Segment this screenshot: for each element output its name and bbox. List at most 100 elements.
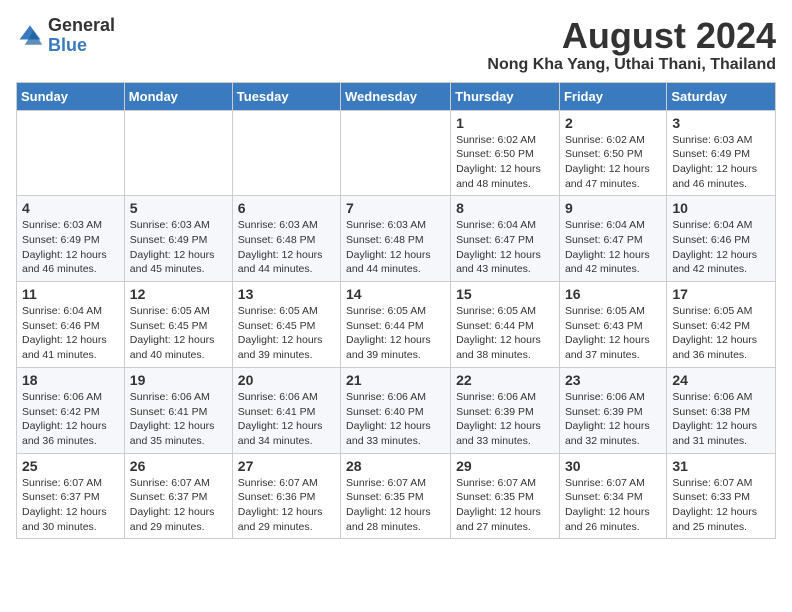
calendar-cell: 21 Sunrise: 6:06 AMSunset: 6:40 PMDayligh… [341, 367, 451, 453]
calendar-cell: 3Sunrise: 6:03 AMSunset: 6:49 PMDaylight… [667, 110, 776, 196]
cell-info: Sunrise: 6:03 AMSunset: 6:49 PMDaylight:… [22, 218, 119, 277]
header-monday: Monday [124, 82, 232, 110]
calendar-table: SundayMondayTuesdayWednesdayThursdayFrid… [16, 82, 776, 540]
header-thursday: Thursday [451, 82, 560, 110]
cell-date: 16 [565, 286, 661, 302]
cell-info: Sunrise: 6:03 AMSunset: 6:48 PMDaylight:… [238, 218, 335, 277]
cell-info: Sunrise: 6:07 AMSunset: 6:37 PMDaylight:… [130, 476, 227, 535]
cell-info: Sunrise: 6:02 AMSunset: 6:50 PMDaylight:… [456, 133, 554, 192]
header-friday: Friday [559, 82, 666, 110]
cell-date: 29 [456, 458, 554, 474]
calendar-cell: 29Sunrise: 6:07 AMSunset: 6:35 PMDayligh… [451, 453, 560, 539]
calendar-header-row: SundayMondayTuesdayWednesdayThursdayFrid… [17, 82, 776, 110]
cell-date: 24 [672, 372, 770, 388]
logo-icon [16, 22, 44, 50]
cell-info: Sunrise: 6:03 AMSunset: 6:48 PMDaylight:… [346, 218, 445, 277]
cell-date: 23 [565, 372, 661, 388]
calendar-cell: 25Sunrise: 6:07 AMSunset: 6:37 PMDayligh… [17, 453, 125, 539]
header-sunday: Sunday [17, 82, 125, 110]
cell-date: 1 [456, 115, 554, 131]
cell-date: 11 [22, 286, 119, 302]
cell-info: Sunrise: 6:04 AMSunset: 6:46 PMDaylight:… [22, 304, 119, 363]
cell-date: 19 [130, 372, 227, 388]
calendar-cell: 28 Sunrise: 6:07 AMSunset: 6:35 PMDayligh… [341, 453, 451, 539]
calendar-cell: 9Sunrise: 6:04 AMSunset: 6:47 PMDaylight… [559, 196, 666, 282]
cell-info: Sunrise: 6:05 AMSunset: 6:42 PMDaylight:… [672, 304, 770, 363]
header-wednesday: Wednesday [341, 82, 451, 110]
calendar-cell: 7 Sunrise: 6:03 AMSunset: 6:48 PMDaylight… [341, 196, 451, 282]
cell-date: 5 [130, 200, 227, 216]
calendar-cell: 23 Sunrise: 6:06 AMSunset: 6:39 PMDayligh… [559, 367, 666, 453]
cell-info: Sunrise: 6:05 AMSunset: 6:45 PMDaylight:… [238, 304, 335, 363]
calendar-cell: 5Sunrise: 6:03 AMSunset: 6:49 PMDaylight… [124, 196, 232, 282]
cell-info: Sunrise: 6:06 AMSunset: 6:42 PMDaylight:… [22, 390, 119, 449]
logo-blue: Blue [48, 36, 115, 56]
calendar-cell: 16 Sunrise: 6:05 AMSunset: 6:43 PMDayligh… [559, 282, 666, 368]
calendar-cell: 10 Sunrise: 6:04 AMSunset: 6:46 PMDayligh… [667, 196, 776, 282]
calendar-cell: 19Sunrise: 6:06 AMSunset: 6:41 PMDayligh… [124, 367, 232, 453]
cell-date: 6 [238, 200, 335, 216]
logo-general: General [48, 16, 115, 36]
cell-info: Sunrise: 6:04 AMSunset: 6:46 PMDaylight:… [672, 218, 770, 277]
calendar-cell [232, 110, 340, 196]
cell-info: Sunrise: 6:02 AMSunset: 6:50 PMDaylight:… [565, 133, 661, 192]
header-saturday: Saturday [667, 82, 776, 110]
logo: General Blue [16, 16, 115, 56]
cell-info: Sunrise: 6:06 AMSunset: 6:40 PMDaylight:… [346, 390, 445, 449]
calendar-cell: 17 Sunrise: 6:05 AMSunset: 6:42 PMDayligh… [667, 282, 776, 368]
cell-date: 26 [130, 458, 227, 474]
calendar-cell: 30Sunrise: 6:07 AMSunset: 6:34 PMDayligh… [559, 453, 666, 539]
cell-info: Sunrise: 6:06 AMSunset: 6:38 PMDaylight:… [672, 390, 770, 449]
cell-date: 18 [22, 372, 119, 388]
cell-info: Sunrise: 6:07 AMSunset: 6:37 PMDaylight:… [22, 476, 119, 535]
cell-info: Sunrise: 6:05 AMSunset: 6:43 PMDaylight:… [565, 304, 661, 363]
calendar-week-1: 1 Sunrise: 6:02 AMSunset: 6:50 PMDaylight… [17, 110, 776, 196]
cell-info: Sunrise: 6:04 AMSunset: 6:47 PMDaylight:… [565, 218, 661, 277]
cell-info: Sunrise: 6:06 AMSunset: 6:41 PMDaylight:… [238, 390, 335, 449]
cell-info: Sunrise: 6:06 AMSunset: 6:39 PMDaylight:… [456, 390, 554, 449]
cell-date: 21 [346, 372, 445, 388]
header-tuesday: Tuesday [232, 82, 340, 110]
cell-info: Sunrise: 6:05 AMSunset: 6:44 PMDaylight:… [456, 304, 554, 363]
cell-date: 17 [672, 286, 770, 302]
cell-info: Sunrise: 6:07 AMSunset: 6:35 PMDaylight:… [346, 476, 445, 535]
calendar-week-5: 25Sunrise: 6:07 AMSunset: 6:37 PMDayligh… [17, 453, 776, 539]
cell-date: 8 [456, 200, 554, 216]
logo-text: General Blue [48, 16, 115, 56]
calendar-week-2: 4 Sunrise: 6:03 AMSunset: 6:49 PMDaylight… [17, 196, 776, 282]
cell-date: 10 [672, 200, 770, 216]
calendar-week-3: 11 Sunrise: 6:04 AMSunset: 6:46 PMDayligh… [17, 282, 776, 368]
calendar-cell: 18 Sunrise: 6:06 AMSunset: 6:42 PMDayligh… [17, 367, 125, 453]
calendar-cell: 22 Sunrise: 6:06 AMSunset: 6:39 PMDayligh… [451, 367, 560, 453]
cell-info: Sunrise: 6:05 AMSunset: 6:44 PMDaylight:… [346, 304, 445, 363]
cell-date: 12 [130, 286, 227, 302]
cell-date: 31 [672, 458, 770, 474]
calendar-cell [341, 110, 451, 196]
subtitle: Nong Kha Yang, Uthai Thani, Thailand [487, 56, 776, 74]
cell-info: Sunrise: 6:07 AMSunset: 6:36 PMDaylight:… [238, 476, 335, 535]
calendar-cell: 20 Sunrise: 6:06 AMSunset: 6:41 PMDayligh… [232, 367, 340, 453]
cell-date: 22 [456, 372, 554, 388]
calendar-cell: 15Sunrise: 6:05 AMSunset: 6:44 PMDayligh… [451, 282, 560, 368]
header: General Blue August 2024 Nong Kha Yang, … [16, 16, 776, 74]
calendar-cell: 12 Sunrise: 6:05 AMSunset: 6:45 PMDayligh… [124, 282, 232, 368]
calendar-cell: 8 Sunrise: 6:04 AMSunset: 6:47 PMDaylight… [451, 196, 560, 282]
cell-info: Sunrise: 6:06 AMSunset: 6:39 PMDaylight:… [565, 390, 661, 449]
cell-info: Sunrise: 6:05 AMSunset: 6:45 PMDaylight:… [130, 304, 227, 363]
cell-info: Sunrise: 6:04 AMSunset: 6:47 PMDaylight:… [456, 218, 554, 277]
cell-date: 13 [238, 286, 335, 302]
calendar-cell: 4 Sunrise: 6:03 AMSunset: 6:49 PMDaylight… [17, 196, 125, 282]
cell-date: 14 [346, 286, 445, 302]
cell-date: 20 [238, 372, 335, 388]
cell-date: 7 [346, 200, 445, 216]
cell-date: 27 [238, 458, 335, 474]
cell-info: Sunrise: 6:07 AMSunset: 6:34 PMDaylight:… [565, 476, 661, 535]
calendar-cell: 14 Sunrise: 6:05 AMSunset: 6:44 PMDayligh… [341, 282, 451, 368]
cell-date: 28 [346, 458, 445, 474]
cell-date: 2 [565, 115, 661, 131]
calendar-cell: 24 Sunrise: 6:06 AMSunset: 6:38 PMDayligh… [667, 367, 776, 453]
calendar-cell: 27 Sunrise: 6:07 AMSunset: 6:36 PMDayligh… [232, 453, 340, 539]
calendar-cell: 26 Sunrise: 6:07 AMSunset: 6:37 PMDayligh… [124, 453, 232, 539]
calendar-cell: 6 Sunrise: 6:03 AMSunset: 6:48 PMDaylight… [232, 196, 340, 282]
cell-date: 4 [22, 200, 119, 216]
